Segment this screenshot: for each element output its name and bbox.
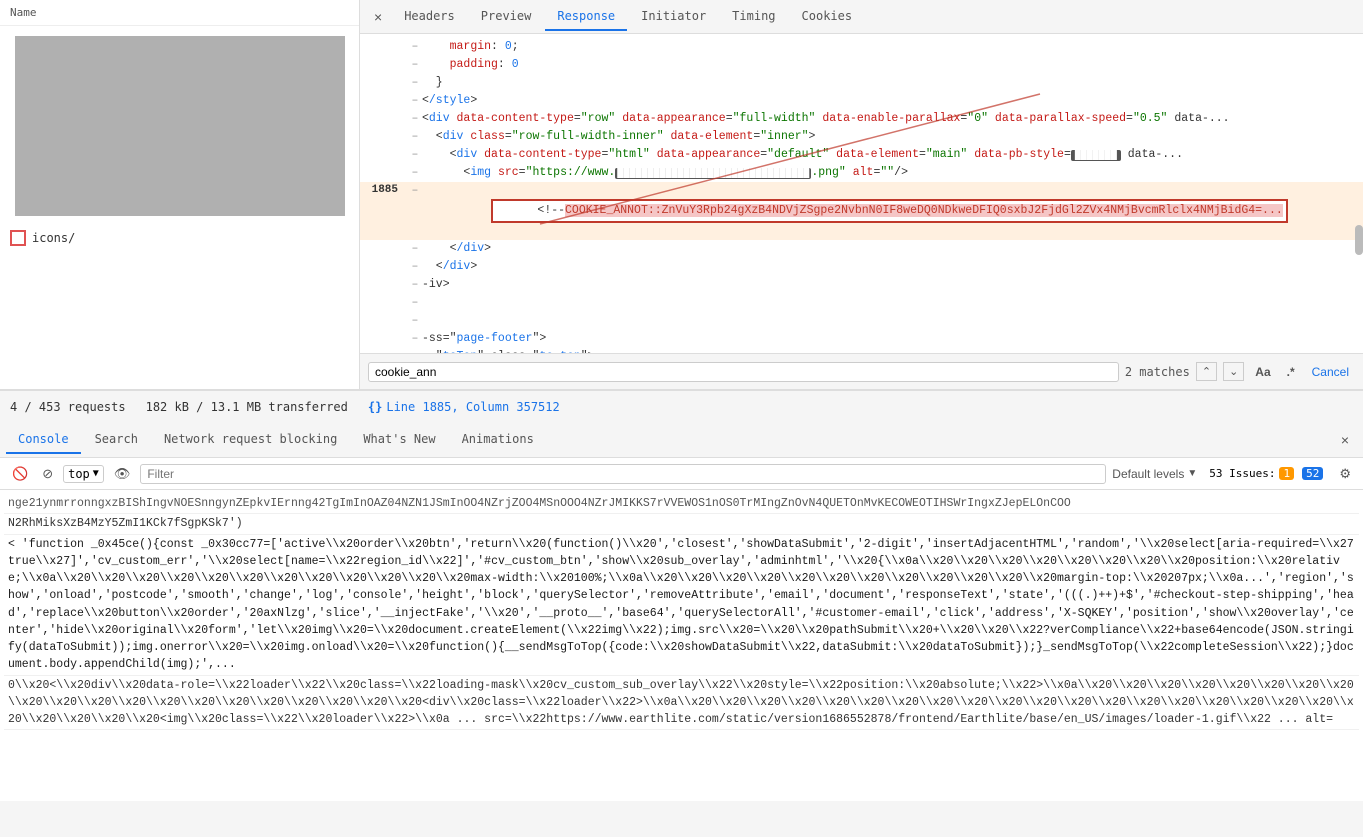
file-item-name: icons/: [32, 231, 75, 245]
tab-headers[interactable]: Headers: [392, 3, 467, 31]
code-line: – <img src="https://www.████████████████…: [360, 164, 1363, 182]
tab-network-blocking[interactable]: Network request blocking: [152, 426, 349, 454]
issues-count-orange: 1: [1279, 467, 1294, 480]
code-line: – <div class="row-full-width-inner" data…: [360, 128, 1363, 146]
code-line-highlighted: 1885 – <!--COOKIE_ANNOT::ZnVuY3Rpb24gXzB…: [360, 182, 1363, 240]
code-line: –: [360, 294, 1363, 312]
console-output[interactable]: nge21ynmrronngxzBIShIngvNOESnngynZEpkvIE…: [0, 490, 1363, 801]
code-line: – }: [360, 74, 1363, 92]
console-line: N2RhMiksXzB4MzY5ZmI1KCk7fSgpKSk7'): [4, 514, 1359, 534]
file-tree-header: Name: [0, 0, 359, 26]
default-levels-label: Default levels: [1112, 467, 1184, 481]
code-viewer[interactable]: – margin: 0; – padding: 0 – } – </style>: [360, 34, 1363, 353]
code-line: – </style>: [360, 92, 1363, 110]
bottom-tabs-bar: Console Search Network request blocking …: [0, 422, 1363, 458]
regex-button[interactable]: .*: [1282, 363, 1300, 381]
code-line: – <div data-content-type="html" data-app…: [360, 146, 1363, 164]
transferred-size: 182 kB / 13.1 MB transferred: [146, 400, 348, 414]
context-selector[interactable]: top ▼: [63, 465, 104, 483]
file-tree-panel: Name icons/: [0, 0, 360, 389]
code-line: – -ss="page-footer">: [360, 330, 1363, 348]
tab-cookies[interactable]: Cookies: [790, 3, 865, 31]
default-levels-button[interactable]: Default levels ▼: [1112, 467, 1197, 481]
issues-badge[interactable]: 53 Issues: 1 52: [1203, 466, 1329, 481]
settings-button[interactable]: ⚙: [1335, 464, 1355, 484]
chevron-down-icon: ▼: [93, 468, 99, 479]
console-line: 0\\x20<\\x20div\\x20data-role=\\x22loade…: [4, 676, 1359, 731]
code-line: – padding: 0: [360, 56, 1363, 74]
console-line: < 'function _0x45ce(){const _0x30cc77=['…: [4, 535, 1359, 676]
search-prev-button[interactable]: ⌃: [1196, 362, 1217, 381]
response-tabs-bar: × Headers Preview Response Initiator Tim…: [360, 0, 1363, 34]
bottom-panel: Console Search Network request blocking …: [0, 422, 1363, 801]
tab-timing[interactable]: Timing: [720, 3, 787, 31]
search-bar: 2 matches ⌃ ⌄ Aa .* Cancel: [360, 353, 1363, 389]
location-info: {} Line 1885, Column 357512: [368, 400, 560, 414]
bottom-close-button[interactable]: ×: [1333, 430, 1357, 450]
location-icon: {}: [368, 400, 382, 414]
search-cancel-button[interactable]: Cancel: [1306, 363, 1355, 381]
code-line: – margin: 0;: [360, 38, 1363, 56]
stop-button[interactable]: ⊘: [38, 464, 57, 484]
requests-count: 4 / 453 requests: [10, 400, 126, 414]
eye-button[interactable]: 👁: [110, 464, 135, 484]
tab-console[interactable]: Console: [6, 426, 81, 454]
status-bar: 4 / 453 requests 182 kB / 13.1 MB transf…: [0, 390, 1363, 422]
code-line: –: [360, 312, 1363, 330]
file-checkbox-icon[interactable]: [10, 230, 26, 246]
code-line: – -="toTop" class="to-top">: [360, 348, 1363, 353]
list-item[interactable]: icons/: [0, 226, 359, 250]
tab-whats-new[interactable]: What's New: [351, 426, 447, 454]
close-button[interactable]: ×: [366, 5, 390, 29]
issues-count-blue: 52: [1302, 467, 1323, 480]
case-sensitive-button[interactable]: Aa: [1250, 363, 1275, 381]
code-line: – </div>: [360, 240, 1363, 258]
issues-label: 53 Issues:: [1209, 467, 1275, 480]
response-panel: × Headers Preview Response Initiator Tim…: [360, 0, 1363, 389]
console-toolbar: 🚫 ⊘ top ▼ 👁 Default levels ▼ 53 Issues: …: [0, 458, 1363, 490]
code-line: – <div data-content-type="row" data-appe…: [360, 110, 1363, 128]
console-line: nge21ynmrronngxzBIShIngvNOESnngynZEpkvIE…: [4, 494, 1359, 514]
clear-console-button[interactable]: 🚫: [8, 464, 32, 484]
match-count: 2 matches: [1125, 365, 1190, 379]
tab-initiator[interactable]: Initiator: [629, 3, 718, 31]
code-line: – </div>: [360, 258, 1363, 276]
tab-search[interactable]: Search: [83, 426, 150, 454]
tab-response[interactable]: Response: [545, 3, 627, 31]
code-line: – -iv>: [360, 276, 1363, 294]
filter-input[interactable]: [140, 464, 1106, 484]
search-input[interactable]: [368, 362, 1119, 382]
tab-preview[interactable]: Preview: [469, 3, 544, 31]
scrollbar-thumb[interactable]: [1355, 225, 1363, 255]
context-label: top: [68, 467, 90, 481]
location-text: Line 1885, Column 357512: [386, 400, 559, 414]
tab-animations[interactable]: Animations: [450, 426, 546, 454]
file-thumbnail: [15, 36, 345, 216]
search-next-button[interactable]: ⌄: [1223, 362, 1244, 381]
dropdown-icon: ▼: [1187, 468, 1197, 479]
